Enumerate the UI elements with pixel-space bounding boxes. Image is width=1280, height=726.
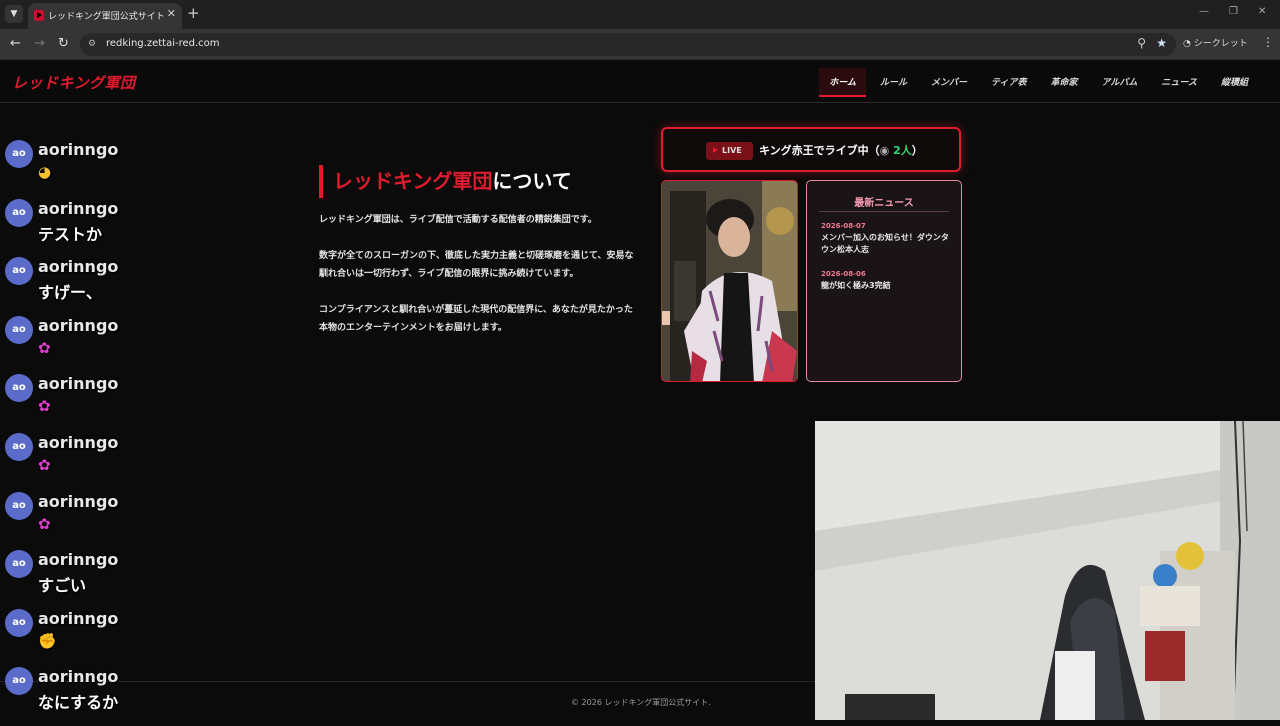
- chat-text: ◕: [38, 162, 51, 181]
- about-paragraph: レッドキング軍団は、ライブ配信で活動する配信者の精鋭集団です。: [319, 215, 597, 225]
- incognito-label: シークレット: [1193, 39, 1248, 49]
- live-badge-label: LIVE: [722, 146, 742, 155]
- news-date: 2026-08-06: [821, 270, 866, 278]
- site-favicon-icon: [34, 10, 44, 21]
- nav-item[interactable]: 革命家: [1040, 68, 1087, 97]
- chat-text: テストか: [38, 224, 103, 244]
- nav-item[interactable]: アルバム: [1092, 68, 1148, 97]
- close-window-icon[interactable]: ✕: [1258, 6, 1266, 17]
- chat-username: aorinngo: [38, 432, 119, 452]
- chat-username: aorinngo: [38, 550, 119, 570]
- chat-username: aorinngo: [38, 608, 119, 628]
- chat-text: ✿: [38, 396, 51, 415]
- chat-username: aorinngo: [38, 198, 119, 218]
- live-status-text: キング赤王でライブ中（◉ 2人）: [759, 142, 923, 160]
- nav-item[interactable]: ホーム: [819, 68, 866, 97]
- incognito-icon: ◔: [1183, 39, 1194, 49]
- zoom-icon[interactable]: ⚲: [1137, 36, 1146, 50]
- live-status-label: キング赤王でライブ中（: [759, 144, 880, 157]
- forward-icon[interactable]: →: [34, 36, 45, 51]
- news-heading: 最新ニュース: [854, 198, 914, 209]
- chat-username: aorinngo: [38, 315, 119, 335]
- chat-text: ✿: [38, 338, 51, 357]
- news-headline[interactable]: 龍が如く極み3完結: [821, 280, 951, 292]
- chat-username: aorinngo: [38, 667, 119, 687]
- news-headline[interactable]: メンバー加入のお知らせ！ダウンタウン松本人志: [821, 232, 951, 256]
- pacman-icon: ◕: [38, 163, 52, 181]
- footer-copyright: © 2026 レッドキング軍団公式サイト.: [571, 698, 711, 707]
- url-text[interactable]: redking.zettai-red.com: [106, 38, 220, 49]
- browser-tab[interactable]: レッドキング軍団公式サイト ✕: [28, 3, 182, 29]
- omnibox[interactable]: ⚙ redking.zettai-red.com ⚲ ★: [80, 33, 1176, 56]
- about-paragraph: 数字が全てのスローガンの下、徹底した実力主義と切磋琢磨を通じて、安易な馴れ合いは…: [319, 251, 634, 279]
- avatar: ao: [5, 667, 33, 696]
- chat-text: ✿: [38, 455, 51, 474]
- news-divider: [819, 211, 949, 212]
- site-info-icon[interactable]: ⚙: [88, 39, 96, 49]
- leader-photo-image: [662, 181, 797, 381]
- chat-username: aorinngo: [38, 374, 119, 394]
- chat-text: すごい: [38, 576, 87, 596]
- webcam-feed-image: [815, 421, 1280, 720]
- nav-item[interactable]: ルール: [870, 68, 917, 97]
- avatar: ao: [5, 257, 33, 286]
- chat-text: ✿: [38, 514, 51, 533]
- live-banner[interactable]: LIVE キング赤王でライブ中（◉ 2人）: [661, 127, 961, 172]
- about-title: レッドキング軍団について: [319, 165, 572, 198]
- avatar: ao: [5, 608, 33, 637]
- new-tab-icon[interactable]: +: [187, 4, 200, 22]
- nav-item[interactable]: メンバー: [921, 68, 977, 97]
- avatar: ao: [5, 315, 33, 344]
- chat-text: すげー、: [38, 283, 102, 303]
- reload-icon[interactable]: ↻: [58, 36, 69, 51]
- chat-text: ✊: [38, 631, 57, 650]
- avatar: ao: [5, 491, 33, 520]
- chat-username: aorinngo: [38, 140, 119, 159]
- avatar: ao: [5, 198, 33, 227]
- chat-username: aorinngo: [38, 491, 119, 511]
- restore-icon[interactable]: ❐: [1229, 6, 1238, 17]
- play-icon: [713, 147, 718, 153]
- address-bar-row: ← → ↻ ⚙ redking.zettai-red.com ⚲ ★ ◔ シーク…: [0, 29, 1280, 60]
- nav-item[interactable]: ニュース: [1151, 68, 1207, 97]
- fist-icon: ✊: [38, 631, 57, 650]
- close-tab-icon[interactable]: ✕: [167, 7, 176, 20]
- incognito-indicator[interactable]: ◔ シークレット: [1183, 36, 1248, 49]
- nav-item[interactable]: ティア表: [981, 68, 1036, 97]
- viewer-count: 2人: [893, 144, 912, 157]
- live-badge: LIVE: [706, 142, 753, 160]
- main-nav: ホーム ルール メンバー ティア表 革命家 アルバム ニュース 縦積組: [815, 68, 1258, 97]
- chat-text: なにするか: [38, 693, 119, 713]
- webcam-overlay: [815, 421, 1280, 720]
- avatar: ao: [5, 550, 33, 579]
- nav-item[interactable]: 縦積組: [1211, 68, 1258, 97]
- back-icon[interactable]: ←: [10, 36, 21, 51]
- leader-photo: [661, 180, 798, 382]
- tab-title: レッドキング軍団公式サイト: [48, 12, 165, 22]
- site-header: レッドキング軍団 ホーム ルール メンバー ティア表 革命家 アルバム ニュース 縦積組: [0, 61, 1280, 103]
- butterfly-icon: ✿: [38, 514, 51, 533]
- about-title-brand: レッドキング軍団: [333, 169, 493, 193]
- chat-username: aorinngo: [38, 257, 119, 277]
- news-date: 2026-08-07: [821, 222, 866, 230]
- tab-search-icon[interactable]: ▼: [5, 5, 23, 23]
- news-card: 最新ニュース 2026-08-07 メンバー加入のお知らせ！ダウンタウン松本人志…: [806, 180, 962, 382]
- butterfly-icon: ✿: [38, 397, 51, 416]
- live-status-close: ）: [911, 144, 923, 157]
- browser-menu-icon[interactable]: ⋮: [1262, 35, 1274, 49]
- about-title-suffix: について: [492, 169, 572, 193]
- about-paragraph: コンプライアンスと馴れ合いが蔓延した現代の配信界に、あなたが見たかった本物のエン…: [319, 305, 633, 333]
- bookmark-star-icon[interactable]: ★: [1156, 36, 1167, 50]
- minimize-icon[interactable]: —: [1199, 6, 1209, 17]
- butterfly-icon: ✿: [38, 338, 51, 357]
- site-logo[interactable]: レッドキング軍団: [12, 72, 136, 93]
- avatar: ao: [5, 140, 33, 168]
- butterfly-icon: ✿: [38, 455, 51, 474]
- browser-tab-bar: ▼ レッドキング軍団公式サイト ✕ + — ❐ ✕: [0, 0, 1280, 29]
- avatar: ao: [5, 432, 33, 461]
- avatar: ao: [5, 374, 33, 403]
- eye-icon: ◉: [879, 144, 894, 157]
